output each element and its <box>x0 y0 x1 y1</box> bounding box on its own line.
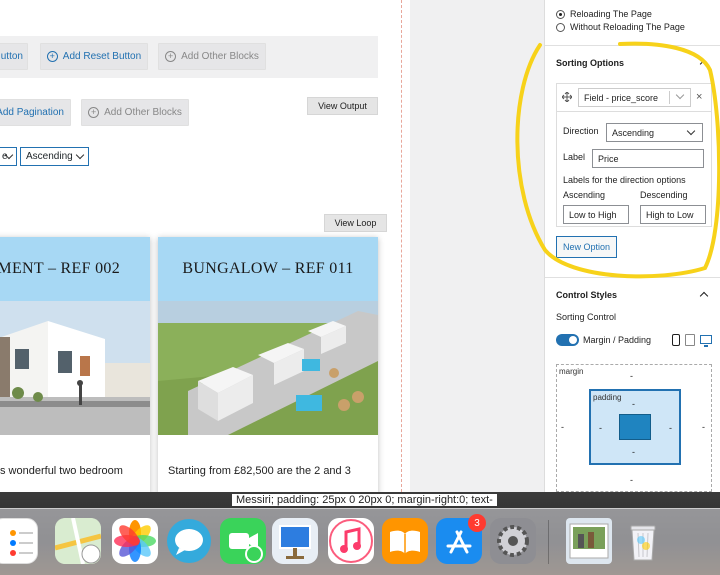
add-other-label: Add Other Blocks <box>181 51 259 62</box>
card-image <box>158 301 378 435</box>
section-title: Control Styles <box>556 289 618 300</box>
reminders-icon[interactable] <box>0 518 38 564</box>
toggle-knob <box>569 336 577 344</box>
add-other-blocks-button-2[interactable]: + Add Other Blocks <box>81 99 189 126</box>
sorting-control-label: Sorting Control <box>556 312 617 322</box>
photos-icon[interactable] <box>112 518 158 564</box>
system-preferences-icon[interactable] <box>490 518 536 564</box>
tablet-device-icon[interactable] <box>685 334 695 346</box>
sort-order-select[interactable]: Ascending <box>20 147 89 166</box>
view-loop-button[interactable]: View Loop <box>324 214 387 232</box>
add-pagination-label: Add Pagination <box>0 107 64 118</box>
margin-box: margin - - - - padding - - - - <box>556 364 712 492</box>
code-tooltip: Messiri; padding: 25px 0 20px 0; margin-… <box>232 494 497 506</box>
padding-box: padding - - - - <box>589 389 681 465</box>
view-output-button[interactable]: View Output <box>307 97 378 115</box>
sort-field-select-fragment[interactable]: e <box>0 147 17 166</box>
chevron-down-icon <box>75 150 85 160</box>
margin-padding-label: Margin / Padding <box>583 335 652 345</box>
card-title: BUNGALOW – REF 011 <box>158 237 378 301</box>
padding-bottom-value[interactable]: - <box>632 447 635 457</box>
plus-icon: + <box>88 107 100 118</box>
chevron-up-icon <box>699 291 709 301</box>
messages-icon[interactable] <box>166 518 212 564</box>
books-icon[interactable] <box>382 518 428 564</box>
radio-reloading[interactable]: Reloading The Page <box>556 9 652 19</box>
margin-top-value[interactable]: - <box>630 371 633 381</box>
padding-label: padding <box>593 393 622 402</box>
maps-icon[interactable] <box>54 517 102 565</box>
padding-left-value[interactable]: - <box>599 423 602 433</box>
card-image <box>0 301 150 435</box>
trash-icon[interactable] <box>620 518 666 564</box>
card-title: TMENT – REF 002 <box>0 237 150 301</box>
sort-order-value: Ascending <box>26 151 73 162</box>
padding-right-value[interactable]: - <box>669 423 672 433</box>
reset-button-fragment[interactable]: utton <box>0 43 28 70</box>
folder-stack-icon[interactable] <box>566 518 612 564</box>
listing-card[interactable]: TMENT – REF 002 s wonderful two bedroom <box>0 237 150 492</box>
facetime-icon[interactable] <box>220 518 266 564</box>
margin-right-value[interactable]: - <box>702 422 705 432</box>
content-box <box>619 414 651 440</box>
padding-top-value[interactable]: - <box>632 399 635 409</box>
listing-card[interactable]: BUNGALOW – REF 011 Starting from £82,500… <box>158 237 378 492</box>
music-icon[interactable] <box>328 518 374 564</box>
dock-separator <box>548 520 549 564</box>
margin-padding-toggle[interactable] <box>556 334 579 346</box>
keynote-icon[interactable] <box>272 518 318 564</box>
margin-bottom-value[interactable]: - <box>630 475 633 485</box>
plus-icon: + <box>46 51 58 62</box>
canvas-area: utton + Add Reset Button + Add Other Block… <box>0 0 410 492</box>
mobile-device-icon[interactable] <box>672 334 680 346</box>
margin-left-value[interactable]: - <box>561 422 564 432</box>
radio-checked-icon <box>556 9 565 19</box>
card-description: Starting from £82,500 are the 2 and 3 <box>168 465 351 477</box>
add-reset-label: Add Reset Button <box>62 51 142 62</box>
plus-icon: + <box>165 51 177 62</box>
add-pagination-button[interactable]: Add Pagination <box>0 99 71 126</box>
reset-fragment-label: utton <box>0 51 23 62</box>
annotation-circle <box>515 41 720 279</box>
radio-label: Reloading The Page <box>570 9 652 19</box>
margin-label: margin <box>559 367 584 376</box>
add-other-label-2: Add Other Blocks <box>104 107 182 118</box>
app-store-badge: 3 <box>468 514 486 532</box>
add-other-blocks-button[interactable]: + Add Other Blocks <box>158 43 266 70</box>
add-reset-button[interactable]: + Add Reset Button <box>40 43 148 70</box>
card-description: s wonderful two bedroom <box>0 465 123 477</box>
desktop-stand <box>704 345 708 347</box>
desktop-device-icon[interactable] <box>700 335 712 347</box>
canvas-boundary <box>401 0 402 492</box>
